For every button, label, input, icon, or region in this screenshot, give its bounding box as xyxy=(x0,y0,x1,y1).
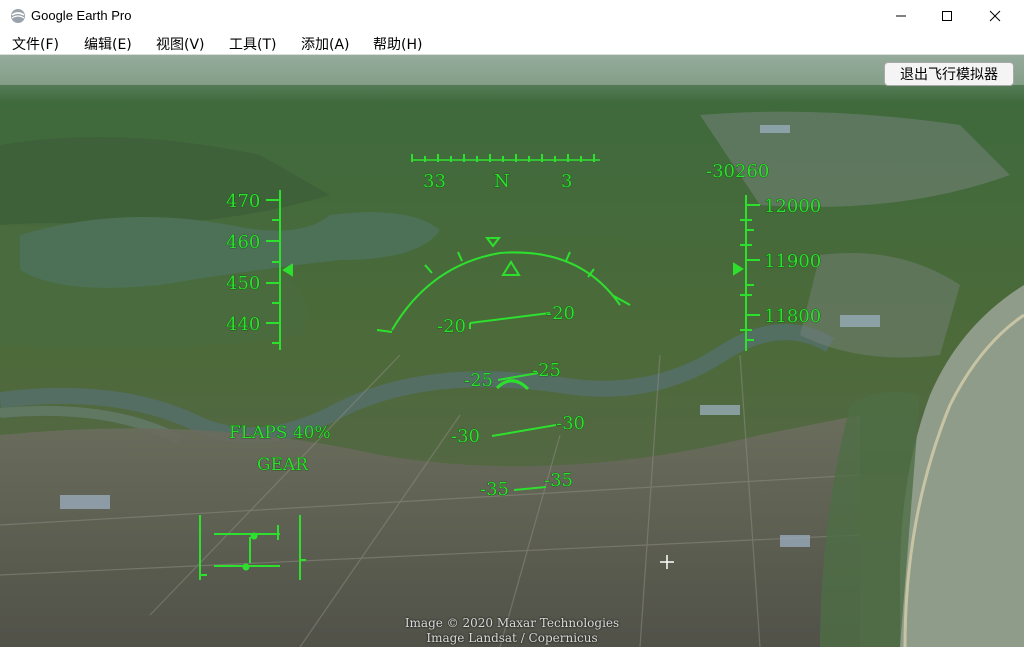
gear-indicator-frame xyxy=(199,515,306,580)
speed-tick-440: 440 xyxy=(226,314,260,335)
altitude-tick-11800: 11800 xyxy=(764,306,821,327)
imagery-credit-2: Image Landsat / Copernicus xyxy=(426,631,598,645)
minimize-icon xyxy=(896,15,906,17)
maximize-icon xyxy=(942,11,952,21)
pitch-ladder xyxy=(469,312,557,491)
flaps-status: FLAPS 40% xyxy=(229,423,331,443)
earth-viewport[interactable]: 33 N 3 -30260 470 460 450 440 12000 1190… xyxy=(0,55,1024,647)
menu-edit[interactable]: 编辑(E) xyxy=(84,34,132,54)
minimize-button[interactable] xyxy=(878,0,924,32)
maximize-button[interactable] xyxy=(924,0,970,32)
window-title: Google Earth Pro xyxy=(31,8,132,23)
gear-status: GEAR xyxy=(257,455,309,475)
pitch-right-25: -25 xyxy=(532,360,561,381)
heading-center: N xyxy=(494,171,510,192)
menu-tools[interactable]: 工具(T) xyxy=(229,34,276,54)
heading-right: 3 xyxy=(561,171,572,192)
speed-tick-470: 470 xyxy=(226,191,260,212)
menu-file[interactable]: 文件(F) xyxy=(12,34,59,54)
heading-left: 33 xyxy=(423,171,446,192)
pitch-left-30: -30 xyxy=(451,426,480,447)
pitch-right-35: -35 xyxy=(544,470,573,491)
flight-hud: 33 N 3 -30260 470 460 450 440 12000 1190… xyxy=(199,154,822,580)
imagery-credit-1: Image © 2020 Maxar Technologies xyxy=(404,616,620,630)
google-earth-icon xyxy=(11,9,25,23)
pitch-left-35: -35 xyxy=(480,479,509,500)
altitude-tick-11900: 11900 xyxy=(764,251,821,272)
pitch-left-20: -20 xyxy=(437,316,466,337)
menu-add[interactable]: 添加(A) xyxy=(301,34,350,54)
close-icon xyxy=(989,10,1001,22)
pitch-right-30: -30 xyxy=(556,413,585,434)
altitude-tick-12000: 12000 xyxy=(764,196,821,217)
crosshair-cursor-icon xyxy=(660,555,674,569)
speed-tick-450: 450 xyxy=(226,273,260,294)
menu-view[interactable]: 视图(V) xyxy=(156,34,205,54)
vertical-speed: -30260 xyxy=(706,161,769,182)
pitch-right-20: -20 xyxy=(546,303,575,324)
menu-help[interactable]: 帮助(H) xyxy=(373,34,422,54)
pitch-left-25: -25 xyxy=(464,370,493,391)
menu-bar: 文件(F) 编辑(E) 视图(V) 工具(T) 添加(A) 帮助(H) xyxy=(0,32,1024,55)
exit-flight-simulator-button[interactable]: 退出飞行模拟器 xyxy=(884,62,1014,86)
speed-tick-460: 460 xyxy=(226,232,260,253)
heading-tape xyxy=(411,154,600,162)
title-bar: Google Earth Pro xyxy=(0,0,1024,32)
altitude-tape xyxy=(733,195,760,351)
airspeed-tape xyxy=(266,190,293,350)
close-button[interactable] xyxy=(972,0,1018,32)
